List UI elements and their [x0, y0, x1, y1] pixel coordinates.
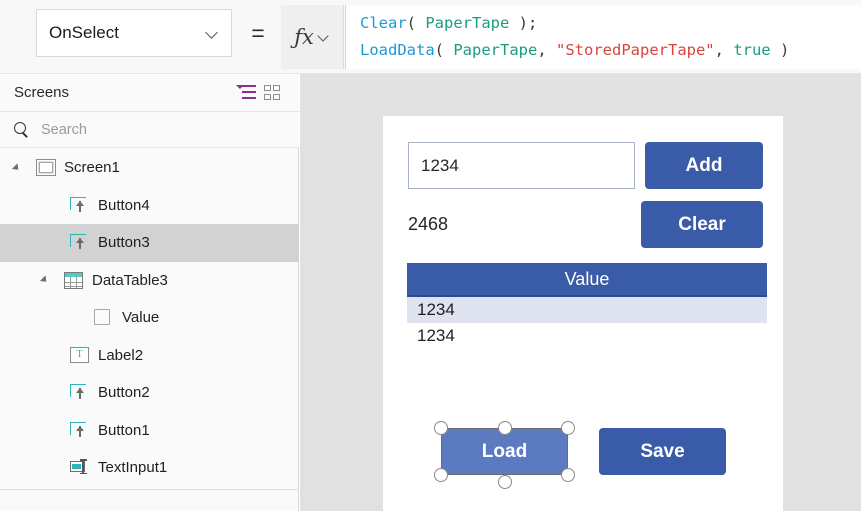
- expand-caret-icon[interactable]: [14, 162, 26, 174]
- formula-token: Clear: [360, 14, 407, 32]
- sidebar-item-label: TextInput1: [98, 459, 167, 476]
- sidebar-item-label: Label2: [98, 347, 143, 364]
- sidebar-item-label: Button2: [98, 384, 150, 401]
- table-cell-value: 1234: [417, 300, 455, 320]
- textinput-icon: [70, 459, 90, 476]
- screens-tree: Screen1 Button4 Button3 DataTable3 Value T Lab…: [0, 149, 299, 487]
- formula-token: PaperTape: [453, 41, 537, 59]
- sidebar-item-button2[interactable]: Button2: [0, 374, 299, 412]
- grid-view-icon[interactable]: [259, 82, 285, 104]
- datatable-icon: [64, 272, 84, 289]
- fx-icon: ƒx: [294, 25, 314, 49]
- panel-divider: [0, 489, 299, 490]
- formula-token: ,: [715, 41, 734, 59]
- formula-token: PaperTape: [425, 14, 509, 32]
- fx-button[interactable]: ƒx: [281, 5, 344, 69]
- button-icon: [70, 197, 90, 214]
- table-row[interactable]: 1234: [407, 297, 767, 323]
- resize-handle-top-left[interactable]: [434, 421, 448, 435]
- load-button[interactable]: Load: [441, 428, 568, 475]
- formula-token: (: [435, 41, 454, 59]
- button-icon: [70, 384, 90, 401]
- formula-line: LoadData( PaperTape, "StoredPaperTape", …: [360, 37, 861, 64]
- equals-sign: =: [245, 20, 271, 46]
- text-input[interactable]: 1234: [408, 142, 635, 189]
- sidebar-item-label: Button3: [98, 234, 150, 251]
- formula-token: ): [771, 41, 790, 59]
- screens-panel-header: Screens: [0, 74, 299, 112]
- sidebar-item-label: Button4: [98, 197, 150, 214]
- sidebar-item-label: Screen1: [64, 159, 120, 176]
- expand-caret-icon[interactable]: [42, 274, 54, 286]
- total-label: 2468: [408, 210, 558, 238]
- sidebar-item-button1[interactable]: Button1: [0, 412, 299, 450]
- formula-token: "StoredPaperTape": [556, 41, 715, 59]
- property-dropdown-value: OnSelect: [49, 23, 207, 43]
- property-dropdown[interactable]: OnSelect: [36, 9, 232, 57]
- powerapps-studio: OnSelect = ƒx Clear( PaperTape ); LoadDa…: [0, 0, 861, 511]
- formula-token: true: [733, 41, 770, 59]
- resize-handle-bottom-left[interactable]: [434, 468, 448, 482]
- sidebar-item-label2[interactable]: T Label2: [0, 337, 299, 375]
- sidebar-item-label: Button1: [98, 422, 150, 439]
- formula-token: (: [407, 14, 426, 32]
- formula-token: LoadData: [360, 41, 435, 59]
- formula-line: Clear( PaperTape );: [360, 10, 861, 37]
- table-cell-value: 1234: [417, 326, 455, 346]
- sidebar-item-label: DataTable3: [92, 272, 168, 289]
- text-input-value: 1234: [421, 156, 459, 176]
- save-button[interactable]: Save: [599, 428, 726, 475]
- search-input[interactable]: Search: [41, 122, 87, 138]
- sidebar-item-textinput1[interactable]: TextInput1: [0, 449, 299, 487]
- page-title: Screens: [14, 84, 233, 101]
- add-button[interactable]: Add: [645, 142, 763, 189]
- search-box[interactable]: Search: [0, 112, 299, 148]
- resize-handle-bottom-center[interactable]: [498, 475, 512, 489]
- chevron-down-icon: [319, 32, 330, 43]
- button-icon: [70, 234, 90, 251]
- app-screen: 1234 Add 2468 Clear Value 12341234 Load …: [383, 116, 783, 511]
- sidebar-item-label: Value: [122, 309, 159, 326]
- data-table-header: Value: [407, 263, 767, 297]
- sidebar-item-screen1[interactable]: Screen1: [0, 149, 299, 187]
- sidebar-item-button3[interactable]: Button3: [0, 224, 299, 262]
- app-canvas: 1234 Add 2468 Clear Value 12341234 Load …: [300, 74, 861, 511]
- formula-input[interactable]: Clear( PaperTape ); LoadData( PaperTape,…: [345, 5, 861, 69]
- sidebar-item-value[interactable]: Value: [0, 299, 299, 337]
- formula-bar: OnSelect = ƒx Clear( PaperTape ); LoadDa…: [0, 0, 861, 74]
- resize-handle-top-center[interactable]: [498, 421, 512, 435]
- sidebar-item-datatable3[interactable]: DataTable3: [0, 262, 299, 300]
- button-icon: [70, 422, 90, 439]
- formula-token: ,: [537, 41, 556, 59]
- screens-panel: Screens Search Screen1 Button4 Button3 Data…: [0, 74, 299, 511]
- chevron-down-icon: [207, 27, 219, 39]
- load-button-selection: Load: [441, 428, 568, 475]
- sidebar-item-button4[interactable]: Button4: [0, 187, 299, 225]
- formula-token: );: [509, 14, 537, 32]
- table-row[interactable]: 1234: [407, 323, 767, 349]
- clear-button[interactable]: Clear: [641, 201, 763, 248]
- tree-view-icon[interactable]: [233, 82, 259, 104]
- checkbox-icon: [94, 309, 114, 326]
- data-table[interactable]: Value 1234 1234: [407, 263, 767, 350]
- screen-icon: [36, 159, 56, 176]
- resize-handle-top-right[interactable]: [561, 421, 575, 435]
- search-icon: [14, 122, 29, 137]
- label-icon: T: [70, 347, 90, 364]
- resize-handle-bottom-right[interactable]: [561, 468, 575, 482]
